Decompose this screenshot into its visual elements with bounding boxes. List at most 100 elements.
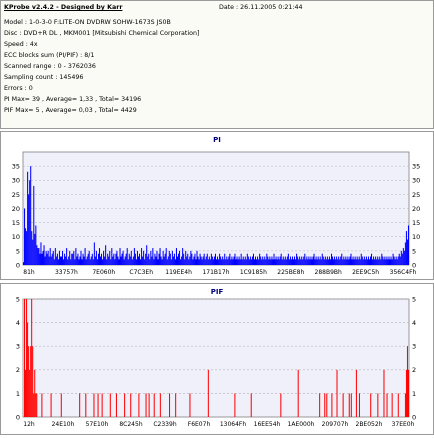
pif-xtick-2: 57E10h <box>86 421 109 428</box>
pi-bar <box>257 256 259 265</box>
pi-bar <box>44 256 46 265</box>
pi-bar <box>152 248 154 265</box>
pif-bar <box>406 346 408 417</box>
pif-bar <box>377 393 379 417</box>
pi-bar <box>335 259 337 265</box>
pi-bar <box>41 253 43 265</box>
pi-bar <box>167 256 169 265</box>
pi-bar <box>171 250 173 266</box>
pi-bar <box>91 253 93 265</box>
pi-bar <box>364 259 366 265</box>
pi-bar <box>69 250 71 266</box>
pi-bar <box>246 253 248 265</box>
pi-bar <box>133 248 135 265</box>
pi-bar <box>144 259 146 265</box>
pi-bar <box>391 259 393 265</box>
pi-bar <box>130 250 132 266</box>
pi-bar <box>392 253 394 265</box>
pi-bar <box>211 256 213 265</box>
pi-bar <box>57 259 59 265</box>
info-sampling-count: Sampling count : 145496 <box>4 74 84 81</box>
pi-xtick-2: 7E060h <box>92 269 115 276</box>
pi-bar <box>280 253 282 265</box>
pif-bar <box>31 299 33 417</box>
pi-bar <box>97 253 99 265</box>
pi-bar <box>96 259 98 265</box>
pi-ytick-right-7: 35 <box>412 163 420 171</box>
pif-bar <box>34 369 36 417</box>
pi-bar <box>180 259 182 265</box>
pi-bar <box>347 256 349 265</box>
pi-chart: PI0 05 510 1015 1520 2025 2530 3035 3581h 33757h 7… <box>12 136 421 276</box>
pi-bar <box>321 253 323 265</box>
pi-bar <box>166 259 168 265</box>
pi-bar <box>205 256 207 265</box>
pi-bar <box>209 259 211 265</box>
pi-bar <box>181 256 183 265</box>
pi-bar <box>27 171 29 265</box>
pi-bar <box>49 248 51 265</box>
pi-bar <box>329 259 331 265</box>
pi-bar <box>24 208 26 265</box>
pif-chart-title: PIF <box>211 288 224 296</box>
info-errors: Errors : 0 <box>4 85 33 92</box>
pif-bar <box>35 393 37 417</box>
pi-bar <box>185 250 187 266</box>
pif-bar <box>28 346 30 417</box>
pi-bar <box>68 256 70 265</box>
info-ecc-blocks: ECC blocks sum (PI/PIF) : 8/1 <box>4 52 95 59</box>
pi-bar <box>187 253 189 265</box>
info-panel: KProbe v2.4.2 - Designed by Karr Date : … <box>0 0 434 129</box>
pi-bar <box>217 256 219 265</box>
pi-bar <box>384 256 386 265</box>
pif-bar <box>207 369 209 417</box>
pi-bar <box>34 233 36 265</box>
pi-bar <box>306 256 308 265</box>
pi-bar <box>196 250 198 266</box>
pi-bar <box>388 256 390 265</box>
pi-bar <box>45 250 47 266</box>
pi-bar <box>266 253 268 265</box>
pif-bar <box>60 393 62 417</box>
pif-ytick-left-2: 2 <box>16 366 20 374</box>
pi-bar <box>386 256 388 265</box>
pi-bar <box>103 250 105 266</box>
pi-bar <box>159 248 161 265</box>
pi-bar <box>369 256 372 265</box>
pi-bar <box>343 256 345 265</box>
pi-bar <box>58 250 60 266</box>
pi-bar <box>371 253 373 265</box>
pi-ytick-left-5: 25 <box>12 191 20 199</box>
pi-bar <box>170 259 172 265</box>
pi-bar <box>276 259 278 265</box>
pi-bar <box>406 239 408 266</box>
pi-bar <box>108 256 110 265</box>
pi-bar <box>281 259 283 265</box>
pi-ytick-left-1: 5 <box>16 247 20 255</box>
pi-bar <box>85 259 87 265</box>
pi-bar <box>267 256 269 265</box>
pi-bar <box>242 256 244 265</box>
pi-bar <box>362 259 364 265</box>
pi-bar <box>238 256 240 265</box>
pif-bar <box>36 393 38 417</box>
pi-bar <box>121 253 123 265</box>
pi-bar <box>372 259 374 265</box>
pi-bar <box>105 245 107 265</box>
pi-bar <box>349 256 351 265</box>
pi-bar <box>36 245 38 265</box>
pi-bar <box>163 256 165 265</box>
pi-bar <box>264 256 266 265</box>
info-pif-stats: PIF Max= 5 , Average= 0,03 , Total= 4429 <box>4 107 137 114</box>
pi-bar <box>160 256 162 265</box>
pi-bar <box>113 253 115 265</box>
pi-bar <box>94 256 96 265</box>
pi-bar <box>188 259 190 265</box>
pi-bar <box>165 248 167 265</box>
pi-bar <box>332 256 334 265</box>
pi-bar <box>74 259 76 265</box>
pi-bar <box>328 256 330 265</box>
pi-bar <box>154 253 156 265</box>
pif-bar <box>115 393 117 417</box>
pi-xtick-9: 2EE9C5h <box>352 269 379 276</box>
